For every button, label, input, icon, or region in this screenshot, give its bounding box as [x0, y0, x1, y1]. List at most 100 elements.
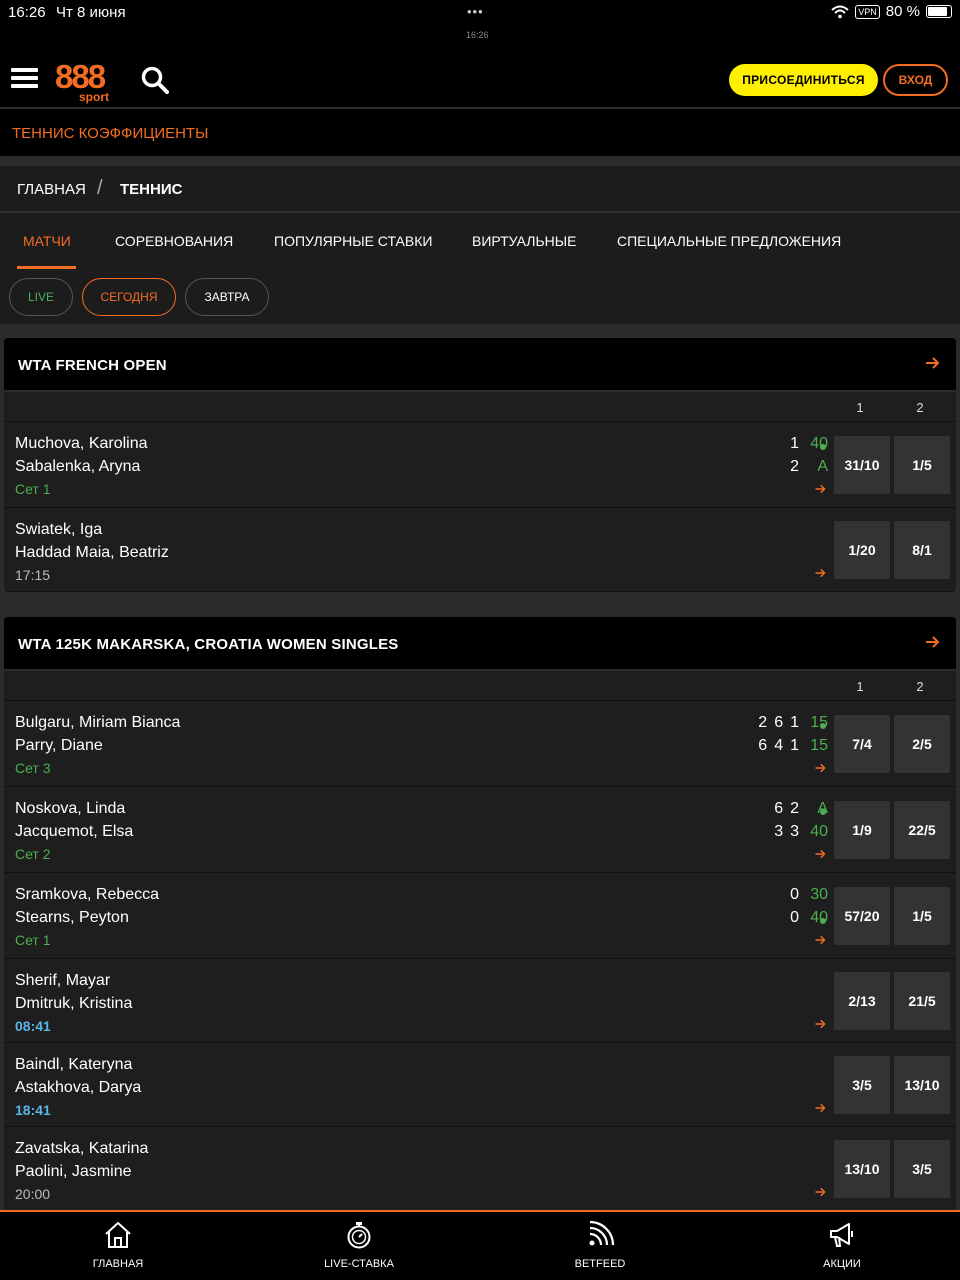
menu-icon[interactable] — [11, 67, 38, 89]
tab-specials[interactable]: СПЕЦИАЛЬНЫЕ ПРЕДЛОЖЕНИЯ — [617, 233, 841, 249]
battery-percent: 80 % — [885, 3, 920, 20]
player-2-name: Stearns, Peyton — [15, 909, 129, 926]
odds-button-2[interactable]: 13/10 — [894, 1056, 950, 1114]
match-row[interactable]: Bulgaru, Miriam Bianca Parry, Diane Сет 3 2… — [4, 701, 956, 787]
odds-button-1[interactable]: 31/10 — [834, 436, 890, 494]
match-arrow-icon[interactable] — [814, 934, 826, 946]
odds-button-1[interactable]: 1/20 — [834, 521, 890, 579]
odds-button-2[interactable]: 3/5 — [894, 1140, 950, 1198]
breadcrumb-separator: / — [97, 177, 103, 199]
arrow-right-icon[interactable] — [924, 634, 940, 650]
player-2-name: Jacquemot, Elsa — [15, 823, 134, 840]
tab-matches[interactable]: МАТЧИ — [23, 233, 71, 249]
nav-live-bet-label: LIVE-СТАВКА — [324, 1258, 394, 1270]
score-line-player-1: 62A — [767, 800, 828, 818]
nav-promotions[interactable]: АКЦИИ — [782, 1212, 902, 1280]
score-line-player-2: 2A — [783, 458, 828, 476]
set-score: 2 — [758, 714, 768, 731]
serving-indicator — [820, 918, 826, 924]
match-arrow-icon[interactable] — [814, 483, 826, 495]
column-header-1: 1 — [856, 679, 864, 694]
match-status: 18:41 — [15, 1102, 51, 1118]
nav-live-bet[interactable]: LIVE-СТАВКА — [299, 1212, 419, 1280]
search-icon[interactable] — [140, 65, 170, 95]
player-1-name: Sramkova, Rebecca — [15, 886, 160, 903]
odds-button-1[interactable]: 3/5 — [834, 1056, 890, 1114]
login-button[interactable]: ВХОД — [883, 64, 948, 96]
subtitle-bar: ТЕННИС КОЭФФИЦИЕНТЫ — [0, 109, 960, 156]
status-time: 16:26 — [8, 4, 46, 21]
arrow-right-icon[interactable] — [924, 355, 940, 371]
match-row[interactable]: Muchova, Karolina Sabalenka, Aryna Сет 114… — [4, 422, 956, 508]
tournament-title: WTA FRENCH OPEN — [18, 357, 167, 374]
breadcrumb-current: ТЕННИС — [120, 181, 183, 198]
filter-tomorrow[interactable]: ЗАВТРА — [185, 278, 269, 316]
match-arrow-icon[interactable] — [814, 762, 826, 774]
match-status: Сет 3 — [15, 760, 51, 776]
tab-virtual[interactable]: ВИРТУАЛЬНЫЕ — [472, 233, 576, 249]
odds-button-1[interactable]: 13/10 — [834, 1140, 890, 1198]
breadcrumb: ГЛАВНАЯ / ТЕННИС — [0, 166, 960, 212]
page-subtitle: ТЕННИС КОЭФФИЦИЕНТЫ — [12, 125, 209, 142]
wifi-icon — [831, 5, 849, 18]
match-arrow-icon[interactable] — [814, 1102, 826, 1114]
filter-live[interactable]: LIVE — [9, 278, 73, 316]
tab-popular-bets[interactable]: ПОПУЛЯРНЫЕ СТАВКИ — [274, 233, 432, 249]
match-status: 20:00 — [15, 1186, 51, 1202]
match-arrow-icon[interactable] — [814, 1018, 826, 1030]
match-row[interactable]: Baindl, Kateryna Astakhova, Darya 18:41 3/5… — [4, 1043, 956, 1127]
bottom-nav: ГЛАВНАЯ LIVE-СТАВКА BETFEED АКЦИИ — [0, 1210, 960, 1280]
player-1-name: Bulgaru, Miriam Bianca — [15, 714, 181, 731]
status-small-time: 16:26 — [466, 30, 489, 40]
logo[interactable]: 888 sport — [55, 58, 115, 104]
match-row[interactable]: Sramkova, Rebecca Stearns, Peyton Сет 1 0 30… — [4, 873, 956, 959]
player-2-name: Sabalenka, Aryna — [15, 458, 141, 475]
tournament-header[interactable]: WTA FRENCH OPEN — [4, 338, 956, 392]
filter-bar: LIVE СЕГОДНЯ ЗАВТРА — [0, 270, 960, 324]
home-icon — [105, 1222, 131, 1248]
set-score: 1 — [790, 435, 799, 452]
player-2-name: Paolini, Jasmine — [15, 1163, 132, 1180]
odds-button-1[interactable]: 7/4 — [834, 715, 890, 773]
match-row[interactable]: Swiatek, Iga Haddad Maia, Beatriz 17:15 1/2… — [4, 508, 956, 592]
set-score: 0 — [790, 909, 799, 926]
breadcrumb-home[interactable]: ГЛАВНАЯ — [17, 181, 86, 198]
score-line-player-1: 2 6 1 15 — [751, 714, 828, 732]
odds-button-1[interactable]: 2/13 — [834, 972, 890, 1030]
column-header-1: 1 — [856, 400, 864, 415]
odds-button-1[interactable]: 57/20 — [834, 887, 890, 945]
nav-home[interactable]: ГЛАВНАЯ — [58, 1212, 178, 1280]
odds-button-2[interactable]: 1/5 — [894, 436, 950, 494]
set-score: 2 — [790, 458, 799, 475]
odds-button-2[interactable]: 2/5 — [894, 715, 950, 773]
set-score: 0 — [790, 886, 799, 903]
filter-today[interactable]: СЕГОДНЯ — [82, 278, 176, 316]
status-bar: 16:26 Чт 8 июня ••• 16:26 VPN 80 % — [0, 0, 960, 50]
tournament-header[interactable]: WTA 125K MAKARSKA, CROATIA WOMEN SINGLES — [4, 617, 956, 671]
nav-home-label: ГЛАВНАЯ — [92, 1258, 144, 1270]
serving-indicator — [820, 444, 826, 450]
nav-betfeed[interactable]: BETFEED — [540, 1212, 660, 1280]
player-1-name: Zavatska, Katarina — [15, 1140, 149, 1157]
serving-indicator — [820, 809, 826, 815]
match-arrow-icon[interactable] — [814, 848, 826, 860]
odds-button-2[interactable]: 1/5 — [894, 887, 950, 945]
odds-button-2[interactable]: 8/1 — [894, 521, 950, 579]
match-status: Сет 1 — [15, 481, 51, 497]
megaphone-icon — [830, 1223, 853, 1247]
match-row[interactable]: Noskova, LindaJacquemot, ElsaСет 262A334… — [4, 787, 956, 873]
odds-button-1[interactable]: 1/9 — [834, 801, 890, 859]
match-arrow-icon[interactable] — [814, 1186, 826, 1198]
match-row[interactable]: Sherif, Mayar Dmitruk, Kristina 08:41 2/13 2… — [4, 959, 956, 1043]
join-button[interactable]: ПРИСОЕДИНИТЬСЯ — [729, 64, 878, 96]
player-1-name: Noskova, Linda — [15, 800, 126, 817]
odds-button-2[interactable]: 22/5 — [894, 801, 950, 859]
feed-icon — [589, 1220, 615, 1246]
tab-competitions[interactable]: СОРЕВНОВАНИЯ — [115, 233, 233, 249]
match-arrow-icon[interactable] — [814, 567, 826, 579]
odds-button-2[interactable]: 21/5 — [894, 972, 950, 1030]
player-2-name: Dmitruk, Kristina — [15, 995, 133, 1012]
set-score: 6 — [774, 714, 784, 731]
match-row[interactable]: Zavatska, Katarina Paolini, Jasmine 20:00 1… — [4, 1127, 956, 1211]
multitask-dots[interactable]: ••• — [467, 4, 484, 19]
